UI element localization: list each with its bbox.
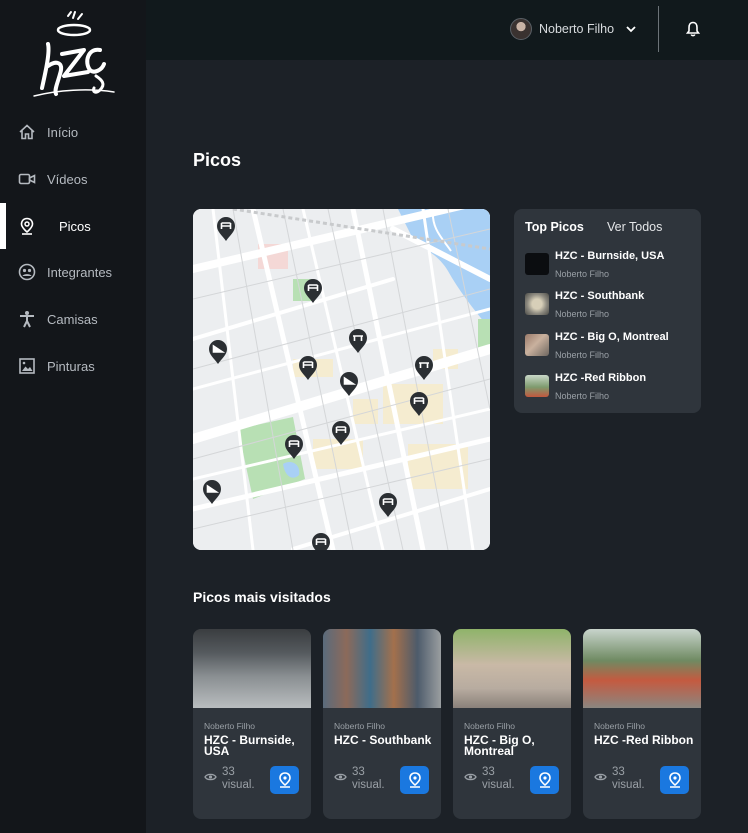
pico-card[interactable]: Noberto Filho HZC -Red Ribbon 33 visual.: [583, 629, 701, 819]
location-button[interactable]: [530, 766, 559, 794]
location-button[interactable]: [660, 766, 689, 794]
pico-thumbnail: [525, 293, 549, 315]
card-views: 33 visual.: [482, 766, 515, 791]
map[interactable]: [193, 209, 490, 550]
card-author: Noberto Filho: [204, 721, 256, 731]
top-picos-title: Top Picos: [525, 220, 584, 234]
top-pico-item[interactable]: HZC - Big O, Montreal Noberto Filho: [525, 331, 695, 365]
person-icon: [20, 311, 34, 328]
card-author: Noberto Filho: [334, 721, 386, 731]
see-all-link[interactable]: Ver Todos: [607, 220, 662, 234]
sidebar-item-picos[interactable]: Picos: [0, 203, 146, 249]
location-button[interactable]: [400, 766, 429, 794]
pico-author: Noberto Filho: [555, 309, 610, 319]
pico-photo: [583, 629, 701, 708]
sidebar-item-camisas[interactable]: Camisas: [0, 296, 146, 342]
pico-author: Noberto Filho: [555, 391, 610, 401]
pico-photo: [193, 629, 311, 708]
sidebar-item-integrantes[interactable]: Integrantes: [0, 249, 146, 295]
map-pin-icon: [278, 772, 291, 788]
user-name[interactable]: Noberto Filho: [539, 22, 614, 36]
eye-icon: [464, 773, 477, 781]
pico-name: HZC - Burnside, USA: [555, 250, 665, 262]
home-icon: [19, 124, 35, 140]
chevron-down-icon[interactable]: [625, 23, 637, 35]
map-pin-icon: [408, 772, 421, 788]
top-picos-panel: Top Picos Ver Todos HZC - Burnside, USA …: [514, 209, 701, 413]
location-button[interactable]: [270, 766, 299, 794]
sidebar-item-label: Integrantes: [47, 264, 113, 280]
sidebar: Início Vídeos Picos Integrantes Camisas …: [0, 0, 146, 833]
sidebar-item-label: Início: [47, 124, 79, 140]
sidebar-item-label: Pinturas: [47, 358, 95, 374]
card-title: HZC - Burnside, USA: [204, 733, 295, 758]
sidebar-item-pinturas[interactable]: Pinturas: [0, 343, 146, 389]
page-title: Picos: [193, 150, 242, 170]
pico-card[interactable]: Noberto Filho HZC - Burnside, USA 33 vis…: [193, 629, 311, 819]
sidebar-item-label: Camisas: [47, 311, 98, 327]
pico-author: Noberto Filho: [555, 269, 610, 279]
card-title: HZC - Big O, Montreal: [464, 733, 535, 758]
card-views: 33 visual.: [612, 766, 645, 791]
pico-name: HZC - Southbank: [555, 290, 645, 302]
pico-thumbnail: [525, 375, 549, 397]
pico-name: HZC -Red Ribbon: [555, 372, 647, 384]
map-pin-icon: [538, 772, 551, 788]
pico-photo: [453, 629, 571, 708]
top-pico-item[interactable]: HZC - Southbank Noberto Filho: [525, 290, 695, 324]
pico-author: Noberto Filho: [555, 350, 610, 360]
pico-name: HZC - Big O, Montreal: [555, 331, 669, 343]
card-views: 33 visual.: [222, 766, 255, 791]
user-menu[interactable]: Noberto Filho: [510, 17, 637, 41]
eye-icon: [334, 773, 347, 781]
bell-icon[interactable]: [685, 21, 701, 37]
group-icon: [18, 263, 36, 281]
pico-card[interactable]: Noberto Filho HZC - Southbank 33 visual.: [323, 629, 441, 819]
sidebar-item-videos[interactable]: Vídeos: [0, 156, 146, 202]
pico-photo: [323, 629, 441, 708]
map-pin-icon: [668, 772, 681, 788]
card-title: HZC - Southbank: [334, 733, 432, 747]
avatar[interactable]: [510, 18, 532, 40]
eye-icon: [594, 773, 607, 781]
sidebar-item-label: Vídeos: [47, 171, 88, 187]
eye-icon: [204, 773, 217, 781]
card-title: HZC -Red Ribbon: [594, 733, 694, 747]
map-pin-icon: [20, 217, 34, 235]
pico-card[interactable]: Noberto Filho HZC - Big O, Montreal 33 v…: [453, 629, 571, 819]
section-title: Picos mais visitados: [193, 589, 331, 605]
image-icon: [19, 358, 35, 374]
video-camera-icon: [18, 173, 36, 185]
topbar: Noberto Filho: [146, 0, 748, 60]
pico-thumbnail: [525, 253, 549, 275]
card-author: Noberto Filho: [594, 721, 646, 731]
card-author: Noberto Filho: [464, 721, 516, 731]
sidebar-item-inicio[interactable]: Início: [0, 109, 146, 155]
top-pico-item[interactable]: HZC - Burnside, USA Noberto Filho: [525, 250, 695, 284]
card-views: 33 visual.: [352, 766, 385, 791]
sidebar-item-label: Picos: [59, 218, 91, 234]
pico-thumbnail: [525, 334, 549, 356]
hzc-logo: [33, 11, 115, 97]
topbar-divider: [658, 6, 659, 52]
top-pico-item[interactable]: HZC -Red Ribbon Noberto Filho: [525, 372, 695, 406]
